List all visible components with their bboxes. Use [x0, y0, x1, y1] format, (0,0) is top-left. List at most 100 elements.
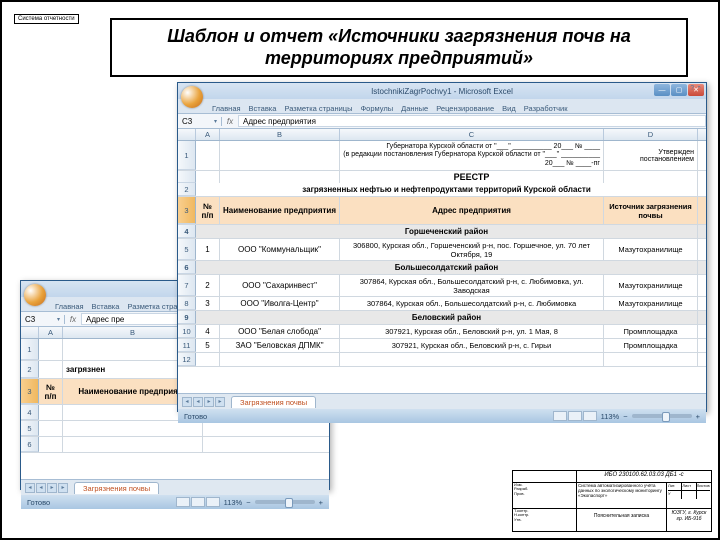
header-cell[interactable]: № п/п — [39, 379, 63, 404]
row-header[interactable]: 2 — [178, 183, 196, 196]
group-header[interactable]: Беловский район — [196, 311, 698, 324]
cell[interactable]: 307864, Курская обл., Большесолдатский р… — [340, 297, 604, 310]
maximize-button[interactable]: ▢ — [671, 84, 687, 96]
cell[interactable]: ЗАО "Беловская ДПМК" — [220, 339, 340, 352]
ribbon-tab[interactable]: Вставка — [92, 302, 120, 311]
ribbon-tab[interactable]: Вид — [502, 104, 516, 113]
group-header[interactable]: Большесолдатский район — [196, 261, 698, 274]
fx-icon[interactable]: fx — [222, 117, 238, 126]
chevron-down-icon[interactable]: ▾ — [214, 118, 217, 125]
cell[interactable]: Промплощадка — [604, 339, 698, 352]
row-header[interactable]: 2 — [21, 361, 39, 378]
cell[interactable]: 4 — [196, 325, 220, 338]
name-box[interactable]: C3▾ — [21, 315, 65, 324]
ribbon-tab[interactable]: Разработчик — [524, 104, 568, 113]
row-header[interactable]: 9 — [178, 311, 196, 324]
row-header[interactable]: 1 — [178, 141, 196, 170]
cell[interactable]: ООО "Сахаринвест" — [220, 275, 340, 296]
col-header[interactable]: C — [340, 129, 604, 140]
row-header[interactable]: 11 — [178, 339, 196, 352]
header-cell[interactable]: Адрес предприятия — [340, 197, 604, 224]
sheet-tab[interactable]: Загрязнения почвы — [231, 396, 316, 408]
cell[interactable]: 1 — [196, 239, 220, 260]
cell[interactable]: Мазутохранилище — [604, 275, 698, 296]
zoom-slider[interactable] — [255, 500, 315, 504]
cell[interactable]: ООО "Белая слобода" — [220, 325, 340, 338]
cell[interactable]: 307921, Курская обл., Беловский р-н, ул.… — [340, 325, 604, 338]
row-header[interactable]: 1 — [21, 339, 39, 360]
zoom-plus-icon[interactable]: + — [696, 412, 700, 421]
cell[interactable]: 2 — [196, 275, 220, 296]
window-titlebar: IstochnikiZagrPochvy1 - Microsoft Excel … — [178, 83, 706, 99]
cell[interactable]: 5 — [196, 339, 220, 352]
zoom-plus-icon[interactable]: + — [319, 498, 323, 507]
cell[interactable]: Утвержден постановлением — [604, 141, 698, 170]
col-header[interactable]: D — [604, 129, 698, 140]
row-header[interactable]: 7 — [178, 275, 196, 296]
view-buttons[interactable] — [553, 411, 597, 421]
cell[interactable]: 3 — [196, 297, 220, 310]
name-box[interactable]: C3▾ — [178, 117, 222, 126]
select-all-cell[interactable] — [178, 129, 196, 140]
ribbon-tab[interactable]: Разметка страницы — [284, 104, 352, 113]
cell[interactable]: 306800, Курская обл., Горшеченский р-н, … — [340, 239, 604, 260]
zoom-value[interactable]: 113% — [224, 498, 243, 507]
group-header[interactable]: Горшеченский район — [196, 225, 698, 238]
row-header[interactable]: 6 — [178, 261, 196, 274]
office-button-icon[interactable] — [24, 284, 46, 306]
minimize-button[interactable]: — — [654, 84, 670, 96]
excel-window-report: IstochnikiZagrPochvy1 - Microsoft Excel … — [177, 82, 707, 412]
cell[interactable]: ООО "Коммунальщик" — [220, 239, 340, 260]
row-header[interactable]: 3 — [21, 379, 39, 404]
tab-nav[interactable]: ◂◂▸▸ — [25, 483, 68, 493]
header-cell[interactable]: № п/п — [196, 197, 220, 224]
sheet-tab[interactable]: Загрязнения почвы — [74, 482, 159, 494]
cell[interactable]: 307921, Курская обл., Беловский р-н, с. … — [340, 339, 604, 352]
row-header[interactable]: 3 — [178, 197, 196, 224]
row-header[interactable]: 10 — [178, 325, 196, 338]
ribbon-tab[interactable]: Формулы — [360, 104, 393, 113]
worksheet-area[interactable]: 1 Губернатора Курской области от "___" _… — [178, 141, 706, 393]
row-header[interactable]: 6 — [21, 437, 39, 452]
col-header[interactable]: A — [39, 327, 63, 338]
ribbon-tab[interactable]: Данные — [401, 104, 428, 113]
col-header[interactable]: A — [196, 129, 220, 140]
cell[interactable]: Промплощадка — [604, 325, 698, 338]
help-icon[interactable]: ? — [690, 85, 694, 93]
status-ready: Готово — [27, 498, 50, 507]
office-button-icon[interactable] — [181, 86, 203, 108]
drawing-title-block: ИБО 230100.62.03.03 ДБ1 -с Изм.Разраб.Пр… — [512, 470, 712, 532]
ribbon-tab[interactable]: Главная — [55, 302, 84, 311]
cell[interactable]: Мазутохранилище — [604, 239, 698, 260]
cell-title[interactable]: РЕЕСТР — [340, 171, 604, 183]
chevron-icon[interactable]: ⌃ — [696, 85, 702, 93]
cell[interactable]: 307864, Курская обл., Большесолдатский р… — [340, 275, 604, 296]
row-header[interactable]: 5 — [178, 239, 196, 260]
cell-subtitle[interactable]: загрязненных нефтью и нефтепродуктами те… — [196, 183, 698, 196]
select-all-cell[interactable] — [21, 327, 39, 338]
row-header[interactable] — [178, 171, 196, 183]
zoom-minus-icon[interactable]: − — [246, 498, 250, 507]
ribbon-tab[interactable]: Рецензирование — [436, 104, 494, 113]
row-header[interactable]: 4 — [21, 405, 39, 420]
header-cell[interactable]: Наименование предприятия — [220, 197, 340, 224]
cell[interactable]: Мазутохранилище — [604, 297, 698, 310]
row-header[interactable]: 12 — [178, 353, 196, 366]
zoom-minus-icon[interactable]: − — [623, 412, 627, 421]
header-cell[interactable]: Источник загрязнения почвы — [604, 197, 698, 224]
view-buttons[interactable] — [176, 497, 220, 507]
zoom-value[interactable]: 113% — [601, 412, 620, 421]
row-header[interactable]: 5 — [21, 421, 39, 436]
zoom-slider[interactable] — [632, 414, 692, 418]
formula-bar: C3▾ fx Адрес предприятия — [178, 113, 706, 129]
cell[interactable]: ООО "Иволга-Центр" — [220, 297, 340, 310]
ribbon-tab[interactable]: Вставка — [249, 104, 277, 113]
col-header[interactable]: B — [220, 129, 340, 140]
fx-icon[interactable]: fx — [65, 315, 81, 324]
row-header[interactable]: 4 — [178, 225, 196, 238]
formula-input[interactable]: Адрес предприятия — [238, 115, 706, 127]
row-header[interactable]: 8 — [178, 297, 196, 310]
ribbon-tab[interactable]: Главная — [212, 104, 241, 113]
chevron-down-icon[interactable]: ▾ — [57, 316, 60, 323]
tab-nav[interactable]: ◂◂▸▸ — [182, 397, 225, 407]
